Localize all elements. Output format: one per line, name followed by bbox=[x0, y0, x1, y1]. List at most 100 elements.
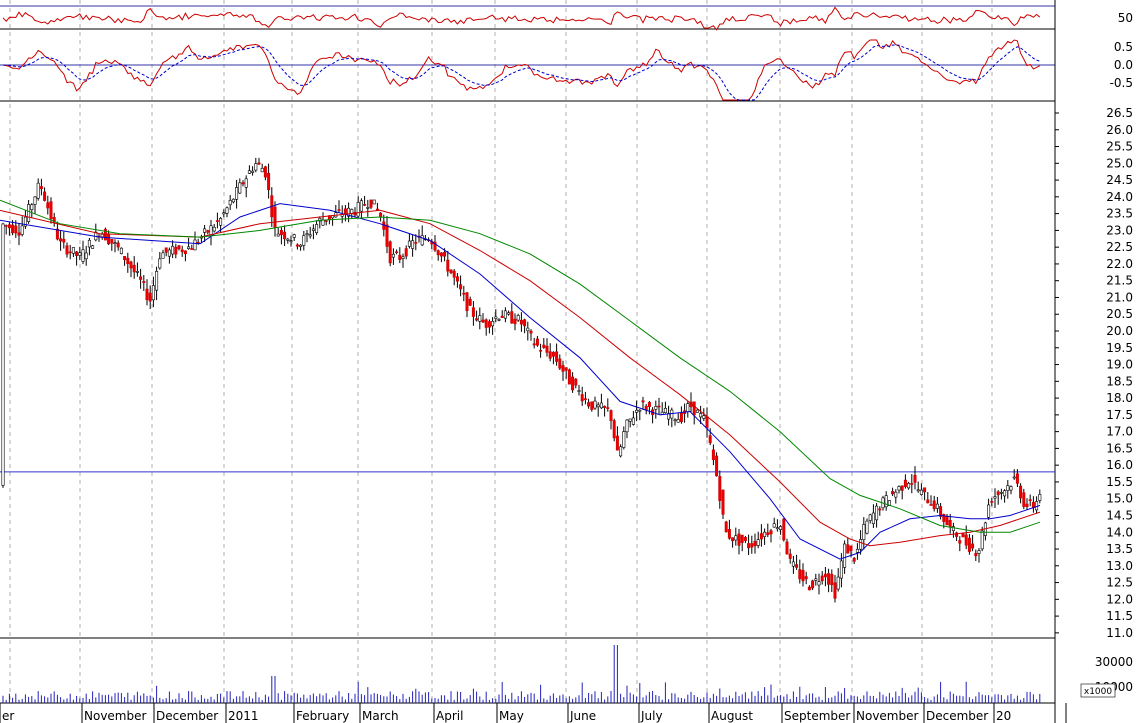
candle-body bbox=[679, 412, 683, 422]
candle-body bbox=[359, 200, 363, 212]
candle-body bbox=[439, 252, 443, 257]
candle-body bbox=[167, 249, 171, 257]
candle-body bbox=[529, 330, 533, 334]
candle-body bbox=[244, 178, 248, 188]
candle-body bbox=[481, 319, 485, 323]
candle-body bbox=[551, 351, 555, 357]
candle-body bbox=[446, 259, 450, 272]
candle-body bbox=[961, 533, 965, 538]
candle-body bbox=[548, 351, 552, 359]
candle-body bbox=[273, 206, 277, 228]
price-tick-label: 19.5 bbox=[1106, 341, 1133, 355]
x-tick-label: April bbox=[436, 709, 463, 723]
candle-body bbox=[491, 321, 495, 327]
candle-body bbox=[993, 496, 997, 499]
candle-body bbox=[612, 420, 616, 439]
candle-body bbox=[958, 540, 962, 544]
candle-body bbox=[398, 254, 402, 260]
candle-body bbox=[1, 223, 5, 486]
price-tick-label: 22.0 bbox=[1106, 257, 1133, 271]
candle-body bbox=[123, 256, 127, 261]
candle-body bbox=[299, 244, 303, 247]
candle-body bbox=[702, 415, 706, 419]
volume-unit-label: x1000 bbox=[1084, 687, 1113, 697]
candle-body bbox=[609, 410, 613, 421]
candle-body bbox=[436, 250, 440, 256]
candle-body bbox=[81, 249, 85, 262]
candle-body bbox=[833, 582, 837, 599]
candle-body bbox=[337, 209, 341, 211]
price-tick-label: 17.0 bbox=[1106, 425, 1133, 439]
candle-body bbox=[1006, 485, 1010, 491]
candle-body bbox=[839, 560, 843, 579]
candle-body bbox=[148, 292, 152, 302]
candle-body bbox=[974, 552, 978, 557]
candle-body bbox=[699, 413, 703, 418]
price-tick-label: 16.5 bbox=[1106, 441, 1133, 455]
candle-body bbox=[708, 435, 712, 444]
candle-body bbox=[731, 537, 735, 542]
candle-body bbox=[715, 455, 719, 477]
candle-body bbox=[459, 284, 463, 290]
candle-body bbox=[894, 491, 898, 498]
x-tick-label: May bbox=[499, 709, 524, 723]
candle-body bbox=[267, 172, 271, 191]
candle-body bbox=[900, 485, 904, 491]
candle-body bbox=[315, 224, 319, 233]
price-tick-label: 18.0 bbox=[1106, 391, 1133, 405]
candle-body bbox=[615, 435, 619, 451]
candle-body bbox=[871, 512, 875, 524]
candle-body bbox=[967, 537, 971, 552]
candle-body bbox=[187, 246, 191, 250]
candle-body bbox=[129, 261, 133, 269]
candle-body bbox=[785, 541, 789, 555]
candle-body bbox=[414, 242, 418, 244]
candle-body bbox=[507, 312, 511, 315]
candle-body bbox=[855, 548, 859, 553]
candle-body bbox=[475, 318, 479, 321]
candle-body bbox=[251, 170, 255, 173]
candle-body bbox=[68, 251, 72, 254]
candle-body bbox=[241, 182, 245, 185]
candle-body bbox=[228, 200, 232, 206]
candle-body bbox=[135, 270, 139, 273]
candle-body bbox=[4, 225, 8, 227]
candle-body bbox=[558, 358, 562, 369]
candle-body bbox=[324, 220, 328, 222]
candle-body bbox=[1019, 485, 1023, 499]
candle-body bbox=[510, 311, 514, 324]
candle-body bbox=[849, 545, 853, 552]
candle-body bbox=[926, 499, 930, 504]
candle-body bbox=[827, 573, 831, 585]
candle-body bbox=[769, 530, 773, 535]
candle-body bbox=[587, 402, 591, 407]
candle-body bbox=[631, 417, 635, 425]
candle-body bbox=[203, 228, 207, 233]
candle-body bbox=[212, 226, 216, 232]
candle-body bbox=[39, 186, 43, 190]
candle-body bbox=[183, 250, 187, 255]
candle-body bbox=[1028, 499, 1032, 501]
candle-body bbox=[737, 533, 741, 546]
candle-body bbox=[276, 233, 280, 237]
price-tick-label: 16.0 bbox=[1106, 458, 1133, 472]
candle-body bbox=[945, 516, 949, 526]
candle-body bbox=[235, 187, 239, 200]
candle-body bbox=[455, 276, 459, 282]
candle-body bbox=[119, 247, 123, 254]
candle-body bbox=[590, 401, 594, 410]
candle-body bbox=[903, 479, 907, 488]
candle-body bbox=[366, 207, 370, 209]
candle-body bbox=[487, 321, 491, 328]
candle-body bbox=[107, 234, 111, 245]
candle-body bbox=[65, 245, 69, 255]
candle-body bbox=[404, 248, 408, 257]
price-tick-label: 18.5 bbox=[1106, 374, 1133, 388]
candle-body bbox=[836, 576, 840, 590]
candle-body bbox=[635, 409, 639, 413]
candle-body bbox=[804, 576, 808, 580]
candle-body bbox=[1012, 476, 1016, 479]
candle-body bbox=[1015, 473, 1019, 484]
candle-body bbox=[1009, 486, 1013, 491]
candle-body bbox=[583, 398, 587, 400]
